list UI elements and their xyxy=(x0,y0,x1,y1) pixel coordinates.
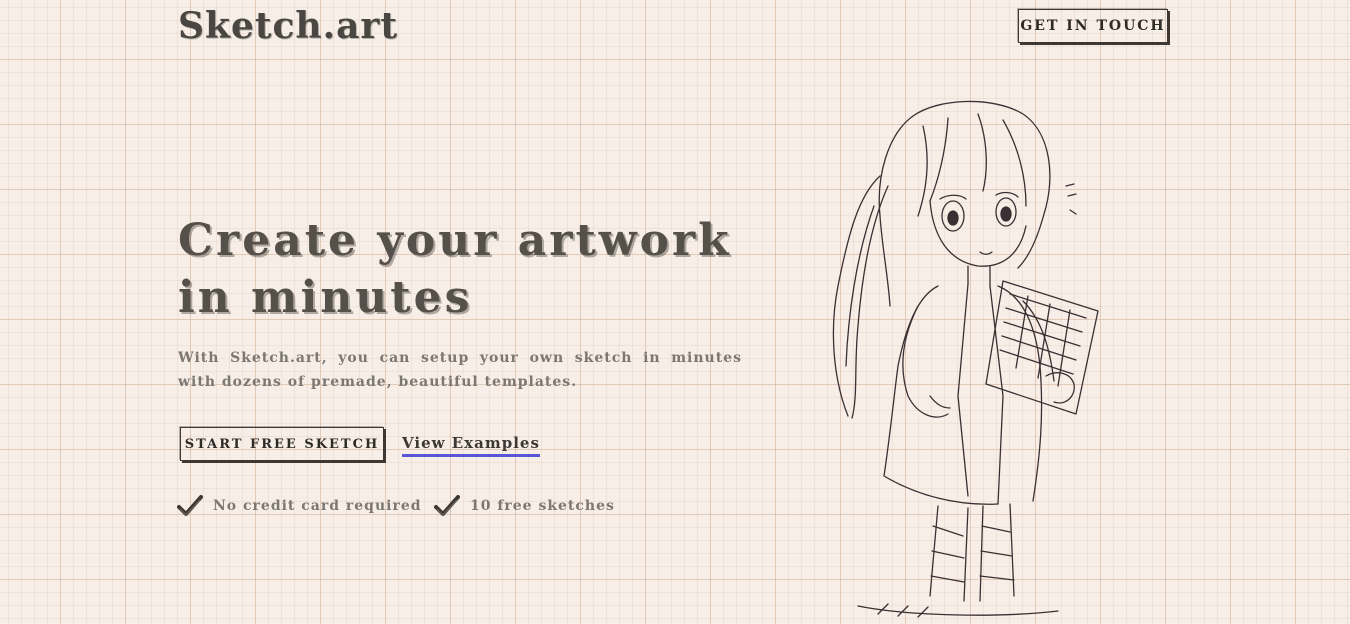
get-in-touch-button[interactable]: GET IN TOUCH xyxy=(1018,9,1168,43)
start-free-sketch-button[interactable]: START FREE SKETCH xyxy=(180,427,384,461)
sketch-girl-illustration xyxy=(832,100,1099,618)
view-examples-link[interactable]: View Examples xyxy=(402,433,540,457)
hero-title: Create your artwork in minutes xyxy=(178,212,778,326)
logo[interactable]: Sketch.art xyxy=(178,4,398,48)
checkmark-icon xyxy=(434,495,460,516)
feature-no-credit-card: No credit card required xyxy=(177,494,422,518)
hero-subtitle: With Sketch.art, you can setup your own … xyxy=(178,350,742,390)
feature-free-sketches: 10 free sketches xyxy=(434,494,615,518)
hero-title-line-1: Create your artwork xyxy=(178,215,732,266)
feature-label: No credit card required xyxy=(213,498,422,514)
checkmark-icon xyxy=(177,495,203,516)
feature-label: 10 free sketches xyxy=(470,498,615,514)
hero-title-line-2: in minutes xyxy=(178,272,473,323)
